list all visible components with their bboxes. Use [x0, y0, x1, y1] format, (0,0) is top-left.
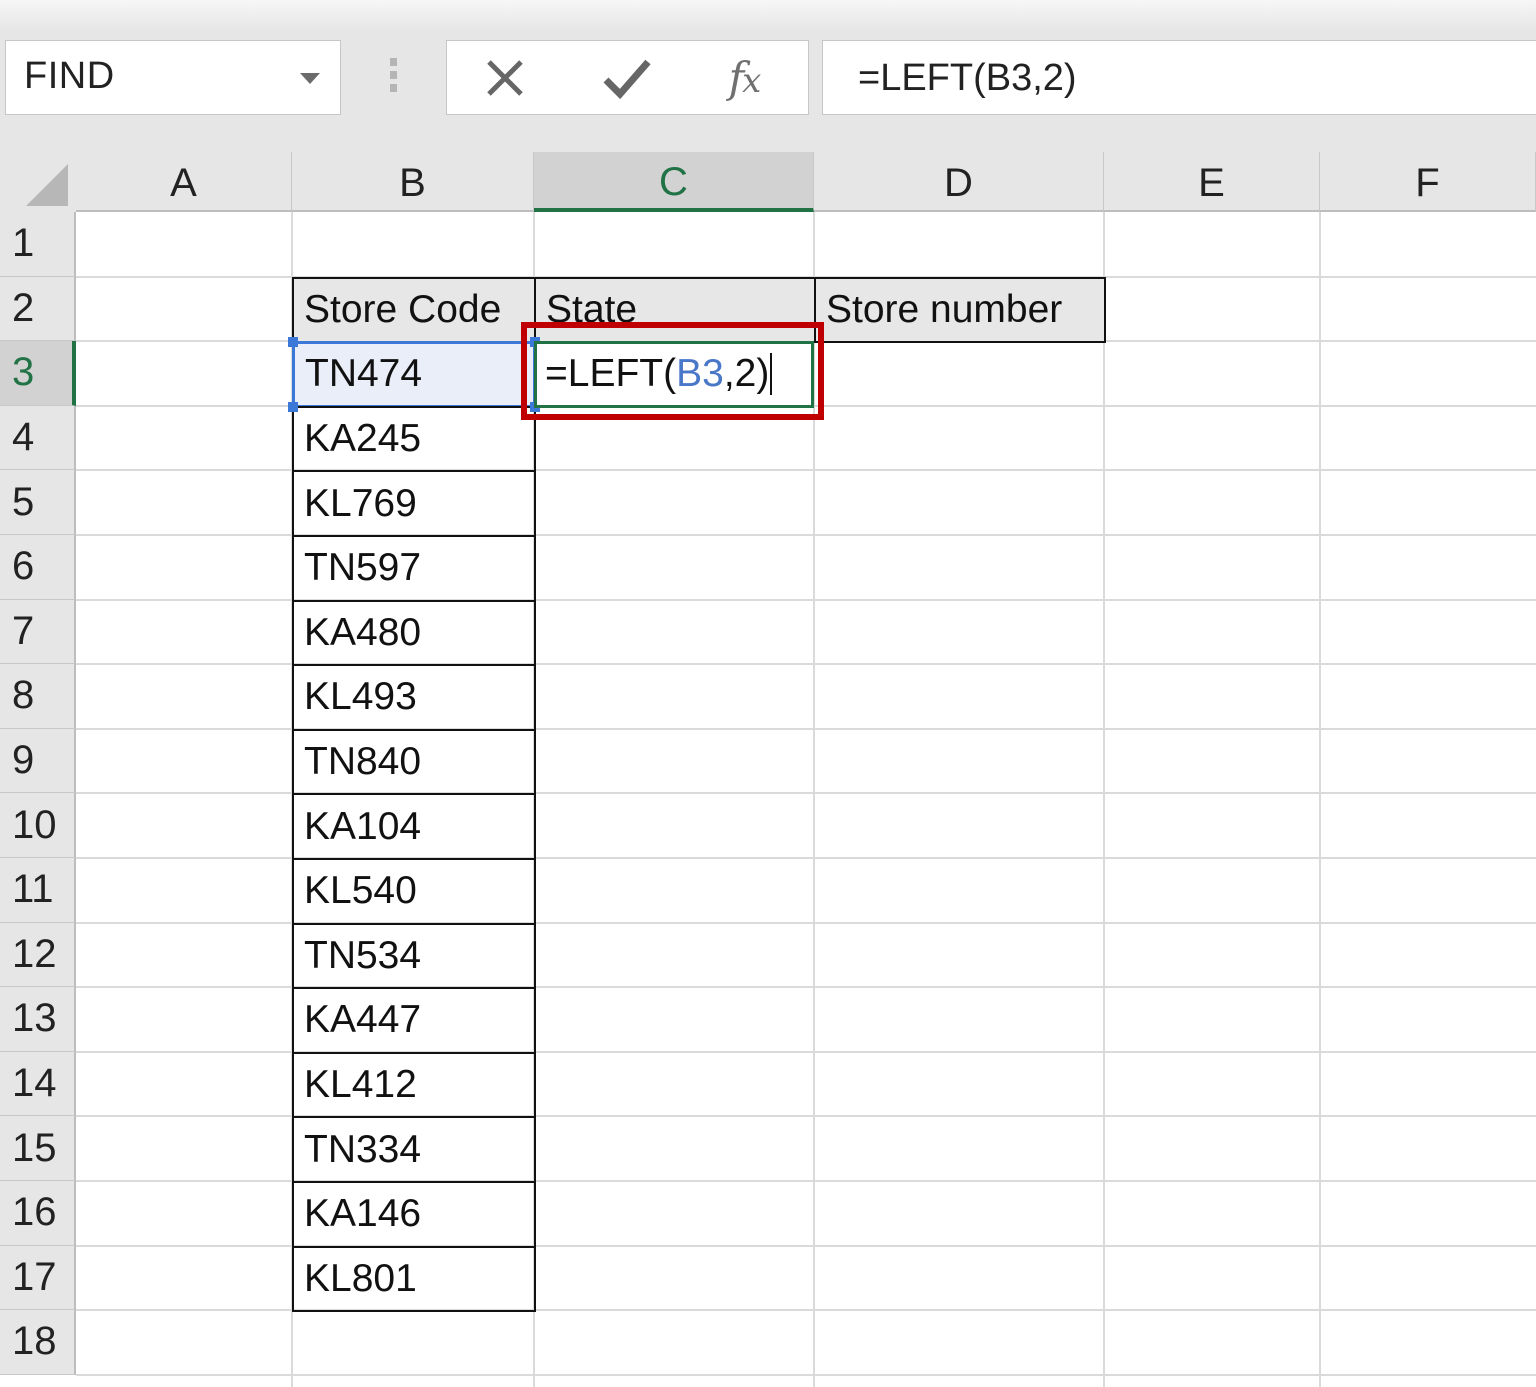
formula-input[interactable]: =LEFT(B3,2) [822, 40, 1536, 115]
table-cell-store-code[interactable]: KL412 [292, 1051, 536, 1119]
column-header-e[interactable]: E [1104, 152, 1320, 212]
select-all-button[interactable] [0, 152, 76, 212]
drag-handle-icon[interactable] [390, 58, 397, 96]
column-header-c[interactable]: C [534, 152, 814, 212]
row-header-15[interactable]: 15 [0, 1116, 76, 1181]
cancel-button[interactable] [465, 41, 545, 114]
chevron-down-icon[interactable] [300, 73, 320, 84]
table-cell-store-code[interactable]: KL493 [292, 664, 536, 731]
row-header-18[interactable]: 18 [0, 1310, 76, 1375]
gridline-horizontal [76, 1373, 1536, 1376]
row-header-9[interactable]: 9 [0, 728, 76, 794]
column-header-f[interactable]: F [1320, 152, 1536, 212]
row-header-3[interactable]: 3 [0, 341, 76, 406]
row-header-12[interactable]: 12 [0, 922, 76, 988]
gridline-vertical [1103, 212, 1105, 1387]
close-icon [487, 59, 523, 96]
row-header-16[interactable]: 16 [0, 1181, 76, 1246]
table-cell-store-code[interactable]: KA146 [292, 1181, 536, 1248]
table-cell-store-code[interactable]: KA480 [292, 599, 536, 667]
select-all-icon [26, 164, 68, 206]
row-header-1[interactable]: 1 [0, 212, 76, 277]
check-icon [603, 59, 651, 99]
ribbon-edge [0, 0, 1536, 30]
table-cell-store-code[interactable]: TN334 [292, 1116, 536, 1183]
table-cell-store-code[interactable]: TN840 [292, 728, 536, 796]
cell-d2-header[interactable]: Store number [814, 276, 1106, 344]
annotation-highlight-box [521, 322, 824, 420]
row-header-11[interactable]: 11 [0, 858, 76, 923]
reference-resize-handle[interactable] [288, 337, 298, 348]
worksheet-grid[interactable]: ABCDEF 1 2 3 4 5 6 7 8 9 10 11 12 13 14 15 16 17 18 Store… [0, 152, 1536, 1387]
table-cell-store-code[interactable]: TN597 [292, 535, 536, 602]
table-cell-store-code[interactable]: KA245 [292, 405, 536, 473]
row-header-14[interactable]: 14 [0, 1051, 76, 1117]
cell-b3-referenced[interactable]: TN474 [292, 341, 536, 408]
cell-b2-header[interactable]: Store Code [292, 276, 536, 344]
table-cell-store-code[interactable]: TN534 [292, 922, 536, 990]
row-header-17[interactable]: 17 [0, 1245, 76, 1311]
table-cell-store-code[interactable]: KA447 [292, 987, 536, 1054]
table-cell-store-code[interactable]: KL769 [292, 470, 536, 537]
gridline-vertical [1319, 212, 1321, 1387]
fx-icon: fx [728, 53, 762, 102]
insert-function-button[interactable]: fx [705, 41, 785, 114]
table-cell-store-code[interactable]: KL801 [292, 1245, 536, 1313]
row-header-4[interactable]: 4 [0, 405, 76, 471]
row-header-5[interactable]: 5 [0, 470, 76, 535]
table-cell-store-code[interactable]: KL540 [292, 858, 536, 925]
column-header-a[interactable]: A [76, 152, 292, 212]
formula-text: =LEFT(B3,2) [858, 57, 1077, 99]
column-header-d[interactable]: D [814, 152, 1104, 212]
row-header-2[interactable]: 2 [0, 276, 76, 342]
row-header-10[interactable]: 10 [0, 793, 76, 858]
enter-button[interactable] [587, 41, 667, 114]
reference-resize-handle[interactable] [288, 401, 298, 412]
name-box-value: FIND [24, 55, 115, 97]
formula-buttons: fx [446, 40, 809, 115]
row-header-7[interactable]: 7 [0, 599, 76, 665]
name-box[interactable]: FIND [5, 40, 341, 115]
column-header-b[interactable]: B [292, 152, 534, 212]
row-header-6[interactable]: 6 [0, 535, 76, 600]
row-header-8[interactable]: 8 [0, 664, 76, 729]
row-header-13[interactable]: 13 [0, 987, 76, 1052]
table-cell-store-code[interactable]: KA104 [292, 793, 536, 860]
